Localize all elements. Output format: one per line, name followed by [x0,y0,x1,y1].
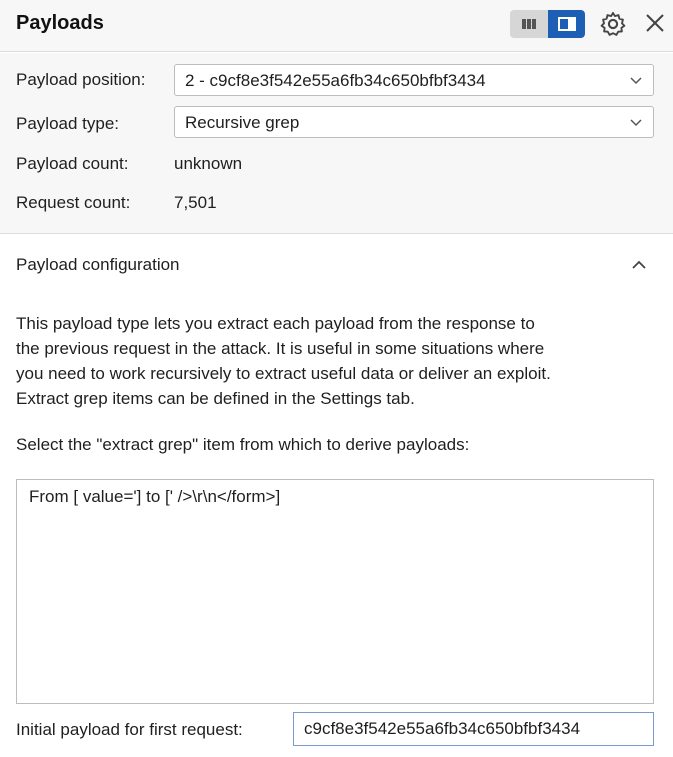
chevron-down-icon [630,119,642,127]
description-line: the previous request in the attack. It i… [16,339,545,358]
description-line: This payload type lets you extract each … [16,314,535,333]
layout-sidepanel-icon [557,17,576,31]
extract-grep-list[interactable]: From [ value='] to [' />\r\n</form>] [16,479,654,704]
payload-type-value: Recursive grep [185,113,300,132]
request-count-value: 7,501 [174,193,217,212]
payload-count-value: unknown [174,154,243,173]
panel-header: Payloads [0,0,673,52]
description-line: Extract grep items can be defined in the… [16,389,415,408]
payload-position-label: Payload position: [16,70,146,89]
payload-type-select[interactable]: Recursive grep [174,106,654,138]
list-item[interactable]: From [ value='] to [' />\r\n</form>] [29,487,280,507]
extract-grep-select-label: Select the "extract grep" item from whic… [16,435,470,454]
payload-position-value: 2 - c9cf8e3f542e55a6fb34c650bfbf3434 [185,71,486,90]
panel-title: Payloads [16,12,104,34]
layout-columns-icon [521,19,536,29]
layout-toggle[interactable] [510,10,585,38]
layout-sidepanel-button[interactable] [548,10,585,38]
payload-description: This payload type lets you extract each … [16,311,656,411]
layout-columns-button[interactable] [510,10,547,38]
initial-payload-label: Initial payload for first request: [16,720,243,739]
payload-configuration-title: Payload configuration [16,255,180,274]
payload-count-label: Payload count: [16,154,129,173]
payload-position-select[interactable]: 2 - c9cf8e3f542e55a6fb34c650bfbf3434 [174,64,654,96]
request-count-label: Request count: [16,193,131,212]
close-icon[interactable] [643,11,667,35]
initial-payload-input[interactable] [293,712,654,746]
description-line: you need to work recursively to extract … [16,364,551,383]
payload-settings-section: Payload position: 2 - c9cf8e3f542e55a6fb… [0,53,673,234]
chevron-down-icon [630,77,642,85]
chevron-up-icon[interactable] [630,258,648,272]
payload-type-label: Payload type: [16,114,120,133]
gear-icon[interactable] [599,10,627,38]
